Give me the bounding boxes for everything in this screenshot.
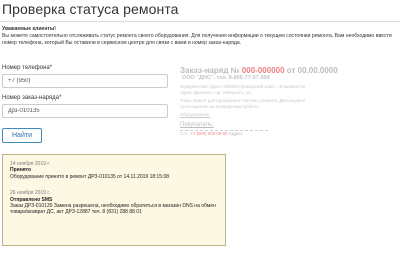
receipt-legal-address: Юридический Адрес: 690068 Приморский кра…	[180, 84, 306, 89]
title-divider	[0, 21, 400, 22]
status-history-panel: 14 ноября 2019 г. Принято Оборудование п…	[2, 154, 226, 246]
receipt-branch-address: Адрес филиала: гор. Хабаровск, ул.	[180, 90, 252, 95]
receipt-header: Заказ-наряд № 000-000000 от 00.00.0000	[180, 66, 338, 75]
receipt-address-label: Адрес:	[228, 131, 244, 136]
page-title: Проверка статуса ремонта	[2, 1, 179, 17]
receipt-phone-line: Сот.: +7 (000) 000-00-00 Адрес:	[180, 131, 243, 136]
receipt-company: ООО "ДНС", тел. 8-800-77-07-999	[182, 75, 270, 81]
receipt-preview: Заказ-наряд № 000-000000 от 00.00.0000 О…	[180, 66, 398, 140]
receipt-buyer-label: Покупатель:	[180, 122, 214, 128]
receipt-accepted-note: Товар принят для проведения платного рем…	[180, 98, 307, 103]
receipt-number: 000-000000	[241, 66, 285, 75]
receipt-title-prefix: Заказ-наряд №	[180, 66, 240, 75]
status-entry: 26 ноября 2019 г. Отправлено SMS Заказ Д…	[10, 190, 218, 216]
intro-greeting: Уважаемые клиенты!	[2, 26, 56, 32]
intro-text: Вы можете самостоятельно отслеживать ста…	[2, 33, 392, 46]
receipt-phone-prefix: Сот.:	[180, 131, 190, 136]
order-number-label: Номер заказ-наряда*	[2, 95, 62, 101]
receipt-equipment-label: Оборудование:	[180, 112, 211, 117]
receipt-phone-value: +7 (000) 000-00-00	[190, 131, 228, 136]
receipt-warranty-note: Срок гарантии на проведенные работы:	[180, 104, 260, 109]
status-entry-text: Заказ ДРЗ-010135 Замена разрешена, необх…	[10, 203, 216, 216]
status-entry: 14 ноября 2019 г. Принято Оборудование п…	[10, 161, 218, 180]
phone-label: Номер телефона*	[2, 65, 53, 71]
order-number-input[interactable]	[2, 104, 168, 118]
intro-text-block: Уважаемые клиенты! Вы можете самостоятел…	[2, 26, 398, 47]
phone-input[interactable]	[2, 74, 168, 88]
find-button[interactable]: Найти	[2, 128, 42, 143]
receipt-date: от 00.00.0000	[286, 66, 338, 75]
status-entry-text: Оборудование принято в ремонт ДРЗ-010135…	[10, 173, 170, 180]
